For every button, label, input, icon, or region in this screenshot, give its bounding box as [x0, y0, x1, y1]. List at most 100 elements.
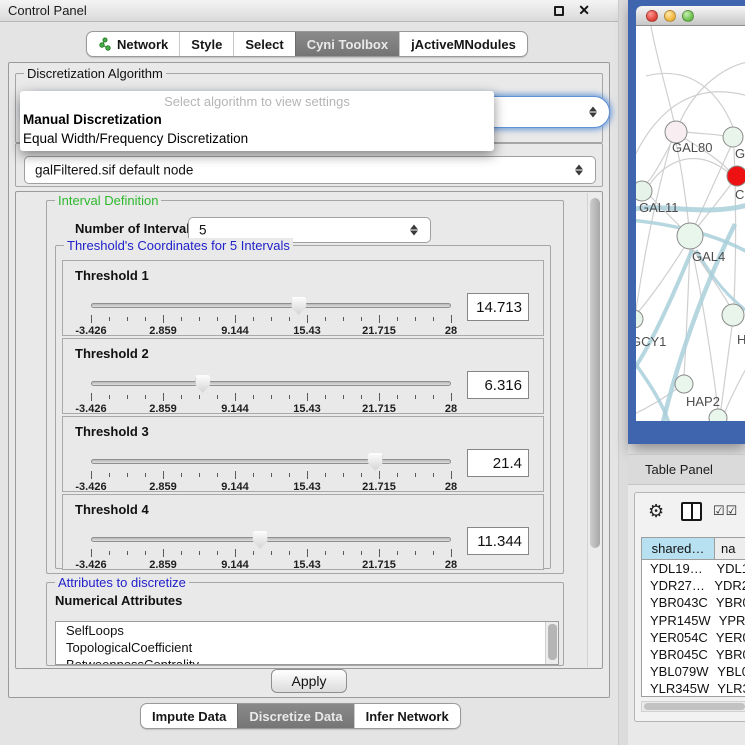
- slider-ticks: [91, 393, 451, 401]
- network-edge[interactable]: [721, 326, 732, 409]
- tick-mark: [433, 551, 434, 555]
- scrollbar-thumb[interactable]: [590, 198, 600, 548]
- zoom-traffic-light-icon[interactable]: [682, 10, 694, 22]
- network-edge[interactable]: [676, 143, 690, 236]
- column-header-shared-name[interactable]: shared…: [642, 538, 715, 559]
- tick-mark: [181, 317, 182, 321]
- panel-splitter[interactable]: [618, 0, 628, 745]
- tick-mark: [91, 549, 92, 557]
- table-row[interactable]: YBL079WYBL0: [642, 663, 745, 680]
- tick-mark: [199, 551, 200, 555]
- tick-mark: [343, 551, 344, 555]
- network-node-gal4[interactable]: [677, 223, 703, 249]
- threshold-value-input[interactable]: [467, 527, 529, 555]
- slider-track[interactable]: [91, 303, 451, 308]
- combobox-arrows-icon: [575, 165, 583, 176]
- tick-mark: [451, 549, 452, 557]
- network-edge[interactable]: [650, 159, 729, 184]
- tab-cyni-toolbox[interactable]: Cyni Toolbox: [295, 32, 399, 56]
- table-row[interactable]: YER054CYER0: [642, 629, 745, 646]
- slider-track[interactable]: [91, 381, 451, 386]
- threshold-slider[interactable]: -3.4262.8599.14415.4321.71528: [91, 375, 451, 413]
- tick-label: 15.43: [293, 559, 321, 571]
- network-node-h-node[interactable]: [722, 304, 744, 326]
- table-row[interactable]: YBR043CYBR0: [642, 594, 745, 611]
- tab-jactivemnodules[interactable]: jActiveMNodules: [399, 32, 527, 56]
- algorithm-option-equal-width[interactable]: Equal Width/Frequency Discretization: [20, 129, 494, 148]
- close-icon[interactable]: ✕: [578, 2, 590, 19]
- network-window-titlebar[interactable]: [636, 6, 745, 26]
- tab-label: Cyni Toolbox: [307, 37, 388, 52]
- tab-discretize-data[interactable]: Discretize Data: [237, 704, 353, 728]
- tick-label: -3.426: [75, 325, 106, 337]
- threshold-slider[interactable]: -3.4262.8599.14415.4321.71528: [91, 297, 451, 335]
- tab-impute-data[interactable]: Impute Data: [141, 704, 237, 728]
- panel-scrollbar[interactable]: [587, 193, 601, 667]
- minimize-traffic-light-icon[interactable]: [664, 10, 676, 22]
- network-node-bottom-node[interactable]: [709, 409, 727, 421]
- tab-style[interactable]: Style: [179, 32, 233, 56]
- float-window-icon[interactable]: [554, 6, 564, 16]
- tick-mark: [289, 551, 290, 555]
- threshold-value-input[interactable]: [467, 449, 529, 477]
- network-edge[interactable]: [636, 146, 670, 310]
- tick-mark: [127, 473, 128, 477]
- attributes-scrollbar[interactable]: [545, 622, 558, 664]
- tick-label: 2.859: [149, 559, 177, 571]
- scrollbar-thumb[interactable]: [644, 703, 745, 710]
- attribute-list-item[interactable]: SelfLoops: [56, 622, 558, 639]
- discretization-algorithm-legend: Discretization Algorithm: [24, 66, 166, 81]
- tick-mark: [379, 471, 380, 479]
- network-node-selected-red[interactable]: [727, 166, 745, 186]
- network-node-gal11[interactable]: [636, 181, 652, 201]
- table-row[interactable]: YBR045CYBR0: [642, 646, 745, 663]
- tick-label: 9.144: [221, 481, 249, 493]
- network-edge[interactable]: [686, 132, 724, 136]
- apply-button[interactable]: Apply: [271, 669, 347, 693]
- network-node-label: GCY1: [636, 334, 666, 349]
- network-node-gal-top-right[interactable]: [723, 127, 743, 147]
- threshold-slider[interactable]: -3.4262.8599.14415.4321.71528: [91, 531, 451, 569]
- threshold-value-input[interactable]: [467, 293, 529, 321]
- network-canvas[interactable]: GAL80GACGAL11GAL4GCY1HHAP2: [636, 26, 745, 421]
- slider-track[interactable]: [91, 459, 451, 464]
- table-row[interactable]: YPR145WYPR1: [642, 612, 745, 629]
- tab-infer-network[interactable]: Infer Network: [354, 704, 460, 728]
- tab-network[interactable]: Network: [87, 32, 179, 56]
- network-edge[interactable]: [690, 146, 731, 236]
- slider-handle[interactable]: [195, 375, 210, 393]
- network-node-gcy1[interactable]: [636, 310, 643, 328]
- column-header-name[interactable]: na: [715, 538, 745, 559]
- tab-select[interactable]: Select: [233, 32, 294, 56]
- tick-mark: [361, 473, 362, 477]
- threshold-value-input[interactable]: [467, 371, 529, 399]
- tick-mark: [199, 473, 200, 477]
- attribute-list-item[interactable]: BetweennessCentrality: [56, 656, 558, 665]
- network-edge-thick[interactable]: [636, 250, 692, 378]
- network-node-hap2[interactable]: [675, 375, 693, 393]
- numerical-attributes-list[interactable]: SelfLoopsTopologicalCoefficientBetweenne…: [55, 621, 559, 665]
- table-row[interactable]: YDL19…YDL1: [642, 560, 745, 577]
- tick-mark: [379, 549, 380, 557]
- table-data-combobox[interactable]: galFiltered.sif default node: [24, 156, 596, 184]
- table-row[interactable]: YLR345WYLR3: [642, 680, 745, 697]
- slider-handle[interactable]: [291, 297, 306, 315]
- threshold-panel: Threshold 2-3.4262.8599.14415.4321.71528: [62, 338, 544, 414]
- table-horizontal-scrollbar[interactable]: [641, 701, 745, 712]
- scrollbar-thumb[interactable]: [548, 624, 557, 660]
- attribute-list-item[interactable]: TopologicalCoefficient: [56, 639, 558, 656]
- tick-mark: [91, 315, 92, 323]
- algorithm-option-manual[interactable]: Manual Discretization: [20, 110, 494, 129]
- tick-mark: [325, 473, 326, 477]
- split-columns-icon[interactable]: [681, 502, 702, 521]
- slider-track[interactable]: [91, 537, 451, 542]
- tick-mark: [433, 317, 434, 321]
- slider-handle[interactable]: [368, 453, 383, 471]
- network-edge[interactable]: [646, 141, 672, 184]
- threshold-slider[interactable]: -3.4262.8599.14415.4321.71528: [91, 453, 451, 491]
- table-row[interactable]: YDR27…YDR2: [642, 577, 745, 594]
- checkbox-columns-icon[interactable]: ☑☑: [713, 503, 738, 519]
- close-traffic-light-icon[interactable]: [646, 10, 658, 22]
- gear-icon[interactable]: ⚙: [648, 501, 664, 521]
- slider-handle[interactable]: [253, 531, 268, 549]
